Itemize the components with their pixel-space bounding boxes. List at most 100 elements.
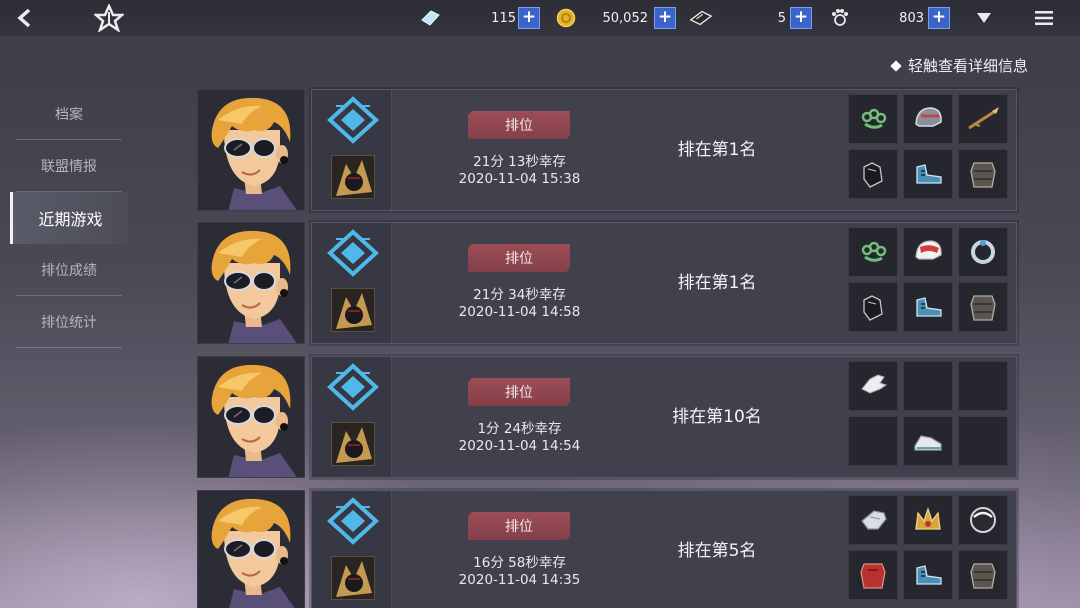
game-record-row[interactable]: 排位 16分 58秒幸存 2020-11-04 14:35 排在第5名 <box>197 490 1017 608</box>
add-crystal-button[interactable]: + <box>518 7 540 29</box>
character-portrait-art <box>198 90 304 210</box>
character-weapon-thumbnail <box>331 422 375 466</box>
equipment-slot-boots[interactable] <box>903 282 953 332</box>
paw-plus-wrap: + <box>924 0 950 36</box>
equipment-slot-racing-helmet[interactable] <box>903 227 953 277</box>
crown-icon <box>915 506 941 530</box>
equipment-grid <box>848 495 1012 607</box>
crystal-amount-wrap: 115 <box>468 0 516 36</box>
game-date: 2020-11-04 14:54 <box>458 438 581 454</box>
character-portrait-art <box>198 491 304 608</box>
add-ticket-button[interactable]: + <box>790 7 812 29</box>
brass-knuckles-icon <box>861 241 887 262</box>
game-record-panel: 排位 1分 24秒幸存 2020-11-04 14:54 排在第10名 <box>311 356 1017 478</box>
equipment-slot-glove[interactable] <box>848 282 898 332</box>
back-button[interactable] <box>14 0 44 36</box>
rank-column <box>312 357 392 477</box>
gauntlet-icon <box>861 510 887 530</box>
rank-tier-icon <box>327 497 379 545</box>
game-date: 2020-11-04 15:38 <box>458 171 581 187</box>
crystal-icon <box>418 6 442 30</box>
game-record-panel: 排位 21分 34秒幸存 2020-11-04 14:58 排在第1名 <box>311 222 1017 344</box>
boots-icon <box>916 164 942 184</box>
game-mode-badge: 排位 <box>468 378 570 406</box>
sidebar: 档案 联盟情报 近期游戏 排位成绩 排位统计 <box>10 88 128 348</box>
game-record-panel: 排位 21分 13秒幸存 2020-11-04 15:38 排在第1名 <box>311 89 1017 211</box>
sidebar-item-alliance-intel[interactable]: 联盟情报 <box>10 140 128 192</box>
game-record-row[interactable]: 排位 21分 34秒幸存 2020-11-04 14:58 排在第1名 <box>197 222 1017 344</box>
top-bar: 115 + 50,052 + 5 + 803 + <box>0 0 1080 36</box>
equipment-slot-empty <box>958 361 1008 411</box>
equipment-grid <box>848 227 1012 339</box>
survival-time: 1分 24秒幸存 <box>477 421 562 437</box>
ticket-plus-wrap: + <box>786 0 812 36</box>
sneakers-icon <box>914 435 942 451</box>
equipment-slot-crown[interactable] <box>903 495 953 545</box>
glove-icon <box>863 162 883 188</box>
equipment-slot-spear[interactable] <box>958 94 1008 144</box>
armor-icon <box>970 295 996 321</box>
home-button[interactable] <box>94 0 124 36</box>
dropdown-button[interactable] <box>976 0 992 36</box>
rank-column <box>312 223 392 343</box>
character-weapon-thumbnail <box>331 155 375 199</box>
gold-amount: 50,052 <box>602 10 649 26</box>
character-weapon-thumbnail <box>331 556 375 600</box>
character-portrait <box>197 222 305 344</box>
equipment-slot-helmet[interactable] <box>903 94 953 144</box>
equipment-slot-boots[interactable] <box>903 550 953 600</box>
equipment-slot-brass-knuckles[interactable] <box>848 227 898 277</box>
equipment-slot-sneakers[interactable] <box>903 416 953 466</box>
equipment-slot-glove[interactable] <box>848 149 898 199</box>
glove-icon <box>863 295 883 321</box>
paw-token-icon <box>828 6 852 30</box>
ticket-icon <box>689 6 713 30</box>
rank-tier-icon <box>327 363 379 411</box>
gold-coin-icon <box>554 6 578 30</box>
boots-icon <box>916 297 942 317</box>
ticket-currency <box>689 0 713 36</box>
rank-column <box>312 491 392 608</box>
paw-currency <box>828 0 852 36</box>
equipment-slot-brass-knuckles[interactable] <box>848 94 898 144</box>
sidebar-item-profile[interactable]: 档案 <box>10 88 128 140</box>
equipment-slot-armor[interactable] <box>958 149 1008 199</box>
gold-plus-wrap: + <box>650 0 676 36</box>
brass-knuckles-icon <box>861 108 887 129</box>
equipment-slot-white-glove[interactable] <box>848 361 898 411</box>
game-record-row[interactable]: 排位 1分 24秒幸存 2020-11-04 14:54 排在第10名 <box>197 356 1017 478</box>
armor-icon <box>970 563 996 589</box>
ticket-amount-wrap: 5 <box>750 0 786 36</box>
gold-currency <box>554 0 578 36</box>
disc-icon <box>970 507 996 533</box>
equipment-grid <box>848 361 1012 473</box>
game-mode-badge: 排位 <box>468 512 570 540</box>
placement-text: 排在第5名 <box>677 541 757 561</box>
equipment-slot-red-armor[interactable] <box>848 550 898 600</box>
add-gold-button[interactable]: + <box>654 7 676 29</box>
equipment-slot-armor[interactable] <box>958 282 1008 332</box>
equipment-slot-bracelet[interactable] <box>958 227 1008 277</box>
character-portrait-art <box>198 357 304 477</box>
paw-amount-wrap: 803 <box>880 0 924 36</box>
sidebar-item-rank-stats[interactable]: 排位统计 <box>10 296 128 348</box>
game-mode-badge: 排位 <box>468 111 570 139</box>
character-weapon-thumbnail <box>331 288 375 332</box>
game-record-row[interactable]: 排位 21分 13秒幸存 2020-11-04 15:38 排在第1名 <box>197 89 1017 211</box>
equipment-slot-boots[interactable] <box>903 149 953 199</box>
equipment-slot-empty <box>848 416 898 466</box>
menu-button[interactable] <box>1034 0 1054 36</box>
crystal-plus-wrap: + <box>514 0 540 36</box>
placement-text: 排在第1名 <box>677 140 757 160</box>
sidebar-item-rank-results[interactable]: 排位成绩 <box>10 244 128 296</box>
rank-tier-icon <box>327 229 379 277</box>
equipment-slot-disc[interactable] <box>958 495 1008 545</box>
equipment-slot-armor[interactable] <box>958 550 1008 600</box>
equipment-slot-empty <box>903 361 953 411</box>
add-paw-button[interactable]: + <box>928 7 950 29</box>
sidebar-item-recent-games[interactable]: 近期游戏 <box>10 192 128 244</box>
survival-time: 21分 13秒幸存 <box>473 154 566 170</box>
equipment-slot-gauntlet[interactable] <box>848 495 898 545</box>
racing-helmet-icon <box>915 240 942 260</box>
red-armor-icon <box>860 563 886 589</box>
